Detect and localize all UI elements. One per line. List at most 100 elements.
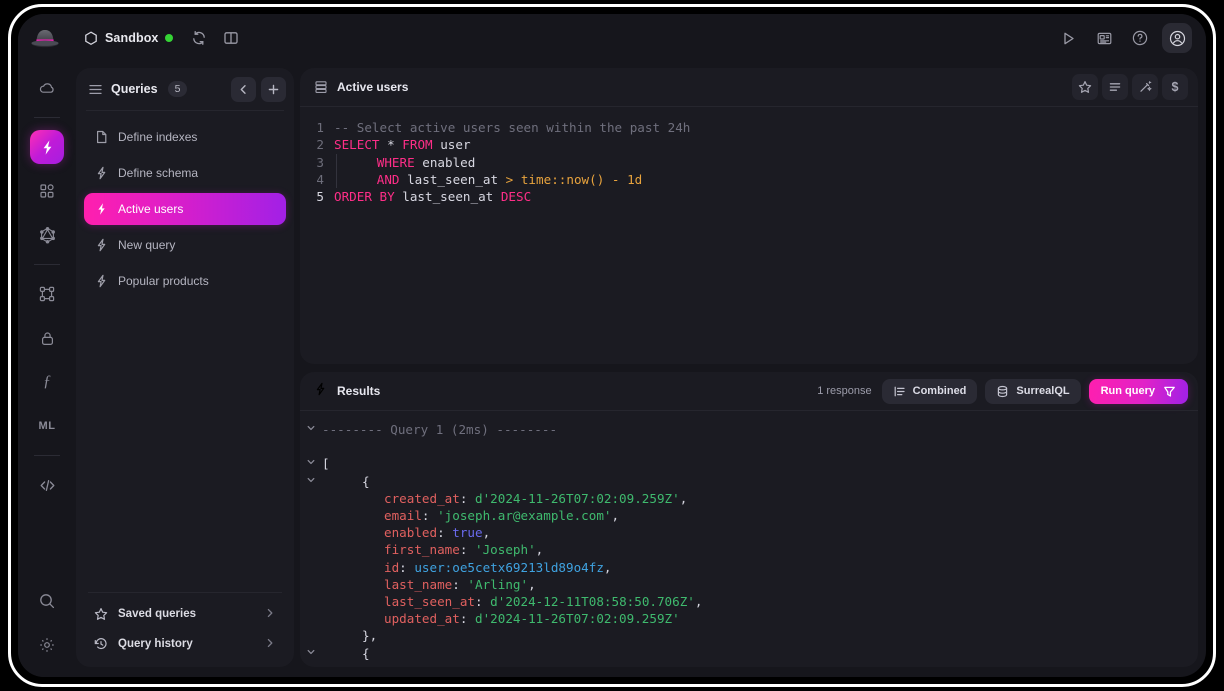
code-token-keyword: SELECT bbox=[334, 137, 380, 153]
line-number: 3 bbox=[316, 154, 324, 170]
sidebar-item-cloud[interactable] bbox=[30, 71, 64, 105]
query-history-label: Query history bbox=[118, 638, 193, 650]
app-body: ƒ ML Queries 5 Define indexes Define sch… bbox=[18, 62, 1206, 677]
list-item[interactable]: Popular products bbox=[84, 265, 286, 297]
queries-panel-header: Queries 5 bbox=[76, 68, 294, 110]
results-pane: Results 1 response Combined SurrealQL Ru… bbox=[300, 372, 1198, 667]
results-title: Results bbox=[337, 384, 381, 398]
code-line: 5 ORDER BY last_seen_at DESC bbox=[300, 188, 1198, 205]
saved-queries-button[interactable]: Saved queries bbox=[84, 599, 286, 629]
sidebar-item-api-docs[interactable] bbox=[30, 468, 64, 502]
code-token-keyword: ORDER BY bbox=[334, 189, 395, 205]
result-record-id: user:oe5cetx69213ld89o4fz bbox=[414, 559, 604, 575]
rail-divider bbox=[34, 117, 60, 118]
collapse-chevron-icon[interactable] bbox=[300, 645, 322, 657]
news-icon[interactable] bbox=[1090, 24, 1118, 52]
collapse-chevron-icon[interactable] bbox=[300, 421, 322, 433]
result-key: last_seen_at bbox=[384, 594, 475, 610]
question-circle-icon[interactable] bbox=[1126, 24, 1154, 52]
list-item-label: New query bbox=[118, 238, 176, 252]
collapse-panel-button[interactable] bbox=[231, 76, 256, 102]
gear-icon[interactable] bbox=[30, 628, 64, 662]
result-colon: : bbox=[459, 611, 475, 627]
instance-selector[interactable]: Sandbox bbox=[76, 27, 181, 50]
result-key: enabled bbox=[384, 525, 438, 541]
result-line-blank bbox=[300, 438, 1198, 455]
result-query-header: -------- Query 1 (2ms) -------- bbox=[322, 422, 558, 437]
result-colon: : bbox=[452, 576, 468, 592]
code-token-function: time bbox=[520, 171, 552, 187]
result-key: created_at bbox=[384, 490, 460, 506]
list-item-label: Define indexes bbox=[118, 130, 198, 144]
code-token-ident: user bbox=[432, 137, 471, 153]
dollar-icon: $ bbox=[1171, 79, 1179, 94]
query-language-selector[interactable]: SurrealQL bbox=[985, 378, 1081, 404]
list-icon bbox=[88, 82, 103, 97]
code-line: 3 WHERE enabled bbox=[300, 153, 1198, 171]
editor-tab-title: Active users bbox=[337, 80, 409, 94]
list-item-label: Popular products bbox=[118, 274, 209, 288]
panel-divider bbox=[88, 592, 282, 593]
user-circle-icon[interactable] bbox=[1162, 23, 1192, 53]
chevron-left-icon bbox=[237, 83, 250, 96]
format-query-button[interactable] bbox=[1102, 74, 1128, 100]
code-line: 2 SELECT * FROM user bbox=[300, 136, 1198, 153]
sidebar-item-query[interactable] bbox=[30, 130, 64, 164]
result-key: first_name bbox=[384, 542, 460, 558]
sidebar-item-models[interactable]: ML bbox=[30, 409, 64, 443]
query-language-label: SurrealQL bbox=[1016, 385, 1070, 397]
search-icon[interactable] bbox=[30, 584, 64, 618]
results-mode-selector[interactable]: Combined bbox=[881, 378, 978, 404]
line-number: 5 bbox=[316, 189, 324, 205]
result-line: [ bbox=[300, 455, 1198, 472]
result-line: updated_at: d'2024-11-26T07:02:09.259Z' bbox=[300, 610, 1198, 627]
stack-icon bbox=[314, 80, 328, 94]
result-line: first_name: 'Joseph', bbox=[300, 541, 1198, 558]
query-history-button[interactable]: Query history bbox=[84, 629, 286, 659]
sidebar-item-graph[interactable] bbox=[30, 277, 64, 311]
sidebar-item-functions[interactable]: ƒ bbox=[30, 365, 64, 399]
save-query-button[interactable] bbox=[1072, 74, 1098, 100]
sidebar-item-explorer[interactable] bbox=[30, 174, 64, 208]
result-line: last_seen_at: d'2024-12-11T08:58:50.706Z… bbox=[300, 593, 1198, 610]
list-item[interactable]: Define schema bbox=[84, 157, 286, 189]
refresh-icon[interactable] bbox=[185, 24, 213, 52]
list-item[interactable]: Define indexes bbox=[84, 121, 286, 153]
app-window: Sandbox ƒ ML Queries 5 Define indexes De… bbox=[18, 14, 1206, 677]
code-token-operator: > bbox=[505, 171, 514, 187]
run-query-label: Run query bbox=[1100, 385, 1155, 397]
play-icon[interactable] bbox=[1054, 24, 1082, 52]
grid-squares-icon bbox=[38, 182, 56, 200]
list-item[interactable]: New query bbox=[84, 229, 286, 261]
result-colon: : bbox=[437, 525, 453, 541]
code-token-keyword: AND bbox=[376, 171, 400, 187]
result-value: 'Joseph' bbox=[475, 542, 536, 558]
result-comma: , bbox=[679, 490, 688, 506]
magic-wand-icon bbox=[1138, 80, 1152, 94]
sql-code-area[interactable]: 1 -- Select active users seen within the… bbox=[300, 107, 1198, 364]
queries-title: Queries bbox=[111, 82, 158, 96]
code-token-number: 1d bbox=[627, 171, 643, 187]
hexagon-icon bbox=[84, 30, 98, 46]
collapse-chevron-icon[interactable] bbox=[300, 455, 322, 467]
line-number: 1 bbox=[316, 120, 324, 135]
run-query-button[interactable]: Run query bbox=[1088, 378, 1188, 404]
panel-layout-icon[interactable] bbox=[217, 24, 245, 52]
new-query-button[interactable] bbox=[261, 76, 286, 102]
code-brackets-icon bbox=[38, 476, 57, 495]
collapse-chevron-icon[interactable] bbox=[300, 473, 322, 485]
navigation-rail: ƒ ML bbox=[18, 62, 76, 677]
list-item-active[interactable]: Active users bbox=[84, 193, 286, 225]
main-column: Active users $ 1 -- Select active users … bbox=[300, 68, 1198, 667]
queries-list: Define indexes Define schema Active user… bbox=[76, 117, 294, 592]
infer-query-button[interactable] bbox=[1132, 74, 1158, 100]
sidebar-item-graphql[interactable] bbox=[30, 218, 64, 252]
result-comma: , bbox=[535, 542, 544, 558]
result-colon: : bbox=[399, 559, 415, 575]
result-line: { bbox=[300, 473, 1198, 490]
sidebar-item-authentication[interactable] bbox=[30, 321, 64, 355]
results-output[interactable]: -------- Query 1 (2ms) -------- [{crea… bbox=[300, 411, 1198, 667]
result-comma: , bbox=[694, 594, 703, 610]
editor-header: Active users $ bbox=[300, 68, 1198, 106]
query-variables-button[interactable]: $ bbox=[1162, 74, 1188, 100]
